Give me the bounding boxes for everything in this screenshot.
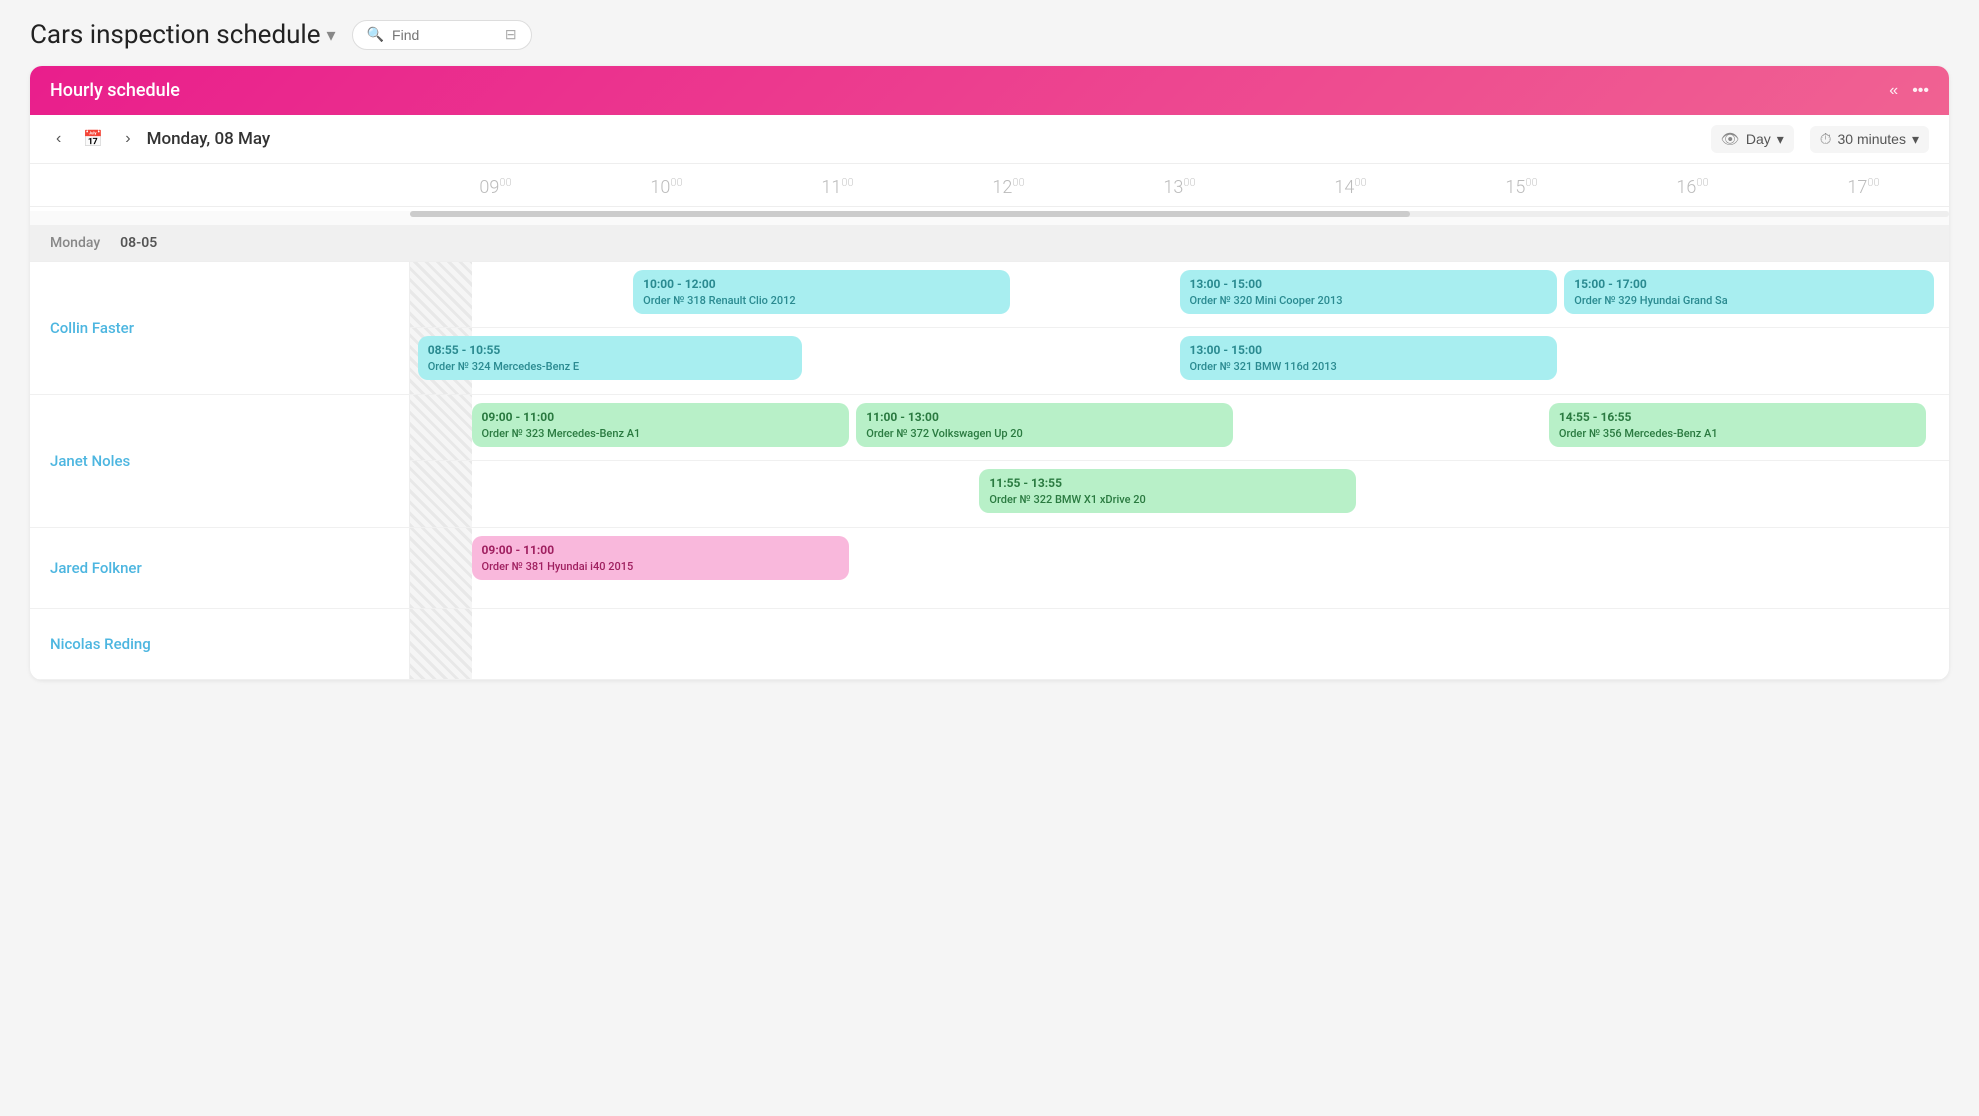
view-chevron-icon: ▾ xyxy=(1777,131,1784,148)
grid-header: Monday 08-05 xyxy=(30,225,1949,261)
search-icon: 🔍 xyxy=(367,27,384,43)
time-16: 1600 xyxy=(1607,164,1778,206)
collin-row2: 08:55 - 10:55 Order № 324 Mercedes-Benz … xyxy=(410,328,1949,394)
person-label-jared: Jared Folkner xyxy=(30,528,410,608)
calendar-button[interactable]: 📅 xyxy=(77,125,109,153)
janet-row2: 11:55 - 13:55 Order № 322 BMW X1 xDrive … xyxy=(410,461,1949,527)
time-09: 0900 xyxy=(410,164,581,206)
hatch-nicolas xyxy=(410,609,472,679)
time-14: 1400 xyxy=(1265,164,1436,206)
hatch-jared xyxy=(410,528,472,608)
nicolas-row: Nicolas Reding xyxy=(30,609,1949,680)
page-title: Cars inspection schedule ▾ xyxy=(30,20,336,50)
nav-date: Monday, 08 May xyxy=(147,129,271,149)
schedule-grid: Collin Faster 10:00 - 12:00 Order № 318 … xyxy=(30,261,1949,680)
time-axis: 0900 1000 1100 1200 1300 1400 1500 1600 … xyxy=(30,164,1949,207)
collin-row1: 10:00 - 12:00 Order № 318 Renault Clio 2… xyxy=(410,262,1949,328)
view-selector[interactable]: 👁 Day ▾ xyxy=(1711,125,1794,153)
event-e5[interactable]: 13:00 - 15:00 Order № 321 BMW 116d 2013 xyxy=(1180,336,1557,380)
janet-row1: 09:00 - 11:00 Order № 323 Mercedes-Benz … xyxy=(410,395,1949,461)
nav-right: 👁 Day ▾ ⏱ 30 minutes ▾ xyxy=(1711,125,1929,153)
next-button[interactable]: › xyxy=(119,126,136,152)
time-15: 1500 xyxy=(1436,164,1607,206)
jared-row1: 09:00 - 11:00 Order № 381 Hyundai i40 20… xyxy=(410,528,1949,608)
janet-timelines: 09:00 - 11:00 Order № 323 Mercedes-Benz … xyxy=(410,395,1949,527)
scroll-bar-row xyxy=(30,211,1949,225)
time-12: 1200 xyxy=(923,164,1094,206)
clock-icon: ⏱ xyxy=(1820,131,1832,148)
grid-date-label: 08-05 xyxy=(120,235,157,251)
schedule-title: Hourly schedule xyxy=(50,80,180,101)
hatch-janet-r1 xyxy=(410,395,472,460)
time-10: 1000 xyxy=(581,164,752,206)
time-11: 1100 xyxy=(752,164,923,206)
hatch-janet-r2 xyxy=(410,461,472,527)
person-label-nicolas: Nicolas Reding xyxy=(30,609,410,679)
prev-button[interactable]: ‹ xyxy=(50,126,67,152)
event-e3[interactable]: 15:00 - 17:00 Order № 329 Hyundai Grand … xyxy=(1564,270,1933,314)
scroll-bar-thumb[interactable] xyxy=(410,211,1410,217)
header-actions: « ••• xyxy=(1889,82,1929,100)
nav-left: ‹ 📅 › Monday, 08 May xyxy=(50,125,270,153)
event-e1[interactable]: 10:00 - 12:00 Order № 318 Renault Clio 2… xyxy=(633,270,1010,314)
jared-row: Jared Folkner 09:00 - 11:00 Order № 381 … xyxy=(30,528,1949,609)
event-j1[interactable]: 09:00 - 11:00 Order № 323 Mercedes-Benz … xyxy=(472,403,849,447)
search-input[interactable] xyxy=(392,27,497,43)
filter-icon[interactable]: ⊟ xyxy=(505,27,517,43)
event-j2[interactable]: 11:00 - 13:00 Order № 372 Volkswagen Up … xyxy=(856,403,1233,447)
eye-icon: 👁 xyxy=(1721,130,1740,148)
schedule-container: Hourly schedule « ••• ‹ 📅 › Monday, 08 M… xyxy=(30,66,1949,680)
person-label-janet: Janet Noles xyxy=(30,395,410,527)
more-button[interactable]: ••• xyxy=(1912,82,1929,100)
schedule-header: Hourly schedule « ••• xyxy=(30,66,1949,115)
interval-selector[interactable]: ⏱ 30 minutes ▾ xyxy=(1810,126,1929,153)
search-box[interactable]: 🔍 ⊟ xyxy=(352,20,532,50)
event-j4[interactable]: 11:55 - 13:55 Order № 322 BMW X1 xDrive … xyxy=(979,469,1356,513)
nicolas-timelines xyxy=(410,609,1949,679)
interval-chevron-icon: ▾ xyxy=(1912,131,1919,148)
nicolas-row1 xyxy=(410,609,1949,679)
event-e2[interactable]: 13:00 - 15:00 Order № 320 Mini Cooper 20… xyxy=(1180,270,1557,314)
janet-row: Janet Noles 09:00 - 11:00 Order № 323 Me… xyxy=(30,395,1949,528)
jared-timelines: 09:00 - 11:00 Order № 381 Hyundai i40 20… xyxy=(410,528,1949,608)
event-jf1[interactable]: 09:00 - 11:00 Order № 381 Hyundai i40 20… xyxy=(472,536,849,580)
title-chevron-icon[interactable]: ▾ xyxy=(327,25,336,46)
collin-row: Collin Faster 10:00 - 12:00 Order № 318 … xyxy=(30,262,1949,395)
person-label-collin: Collin Faster xyxy=(30,262,410,394)
grid-day-label: Monday xyxy=(50,235,100,251)
hatch-collin-r1 xyxy=(410,262,472,327)
collapse-button[interactable]: « xyxy=(1889,82,1898,100)
collin-timelines: 10:00 - 12:00 Order № 318 Renault Clio 2… xyxy=(410,262,1949,394)
time-13: 1300 xyxy=(1094,164,1265,206)
time-17: 1700 xyxy=(1778,164,1949,206)
nav-bar: ‹ 📅 › Monday, 08 May 👁 Day ▾ ⏱ 30 minute… xyxy=(30,115,1949,164)
event-e4[interactable]: 08:55 - 10:55 Order № 324 Mercedes-Benz … xyxy=(418,336,803,380)
scroll-bar-track[interactable] xyxy=(410,211,1949,217)
event-j3[interactable]: 14:55 - 16:55 Order № 356 Mercedes-Benz … xyxy=(1549,403,1926,447)
